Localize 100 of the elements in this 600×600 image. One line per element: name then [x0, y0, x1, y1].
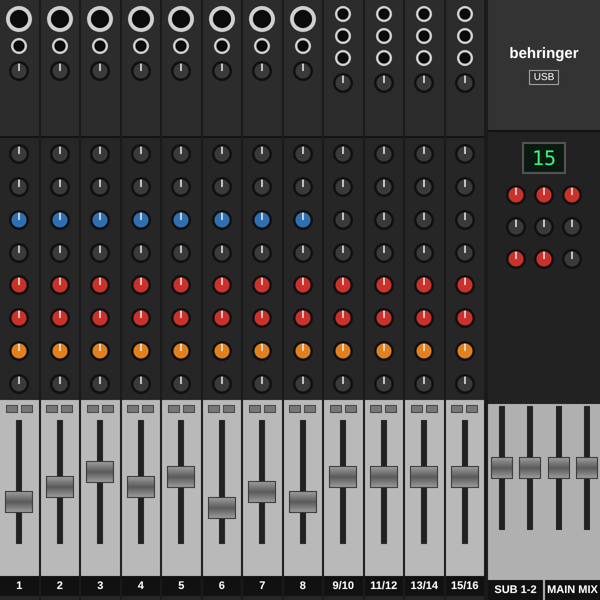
knob-icon[interactable] — [210, 60, 233, 82]
knob-icon[interactable] — [251, 208, 274, 231]
mute-button[interactable] — [330, 405, 342, 413]
fader-knob[interactable] — [86, 460, 114, 483]
knob-icon[interactable] — [292, 60, 314, 82]
knob-icon[interactable] — [89, 274, 112, 296]
fader-knob[interactable] — [410, 466, 438, 488]
mute-button[interactable] — [370, 405, 382, 413]
solo-button[interactable] — [344, 405, 357, 413]
knob-icon[interactable] — [292, 307, 314, 330]
knob-icon[interactable] — [292, 242, 314, 264]
solo-button[interactable] — [426, 405, 438, 413]
mute-button[interactable] — [127, 405, 140, 413]
knob-icon[interactable] — [170, 340, 192, 362]
knob-icon[interactable] — [89, 242, 112, 264]
fader-knob[interactable] — [576, 457, 598, 479]
knob-icon[interactable] — [48, 307, 71, 330]
fader-knob[interactable] — [548, 457, 570, 479]
knob-icon[interactable] — [210, 372, 233, 395]
mute-button[interactable] — [6, 405, 18, 413]
fader-knob[interactable] — [5, 491, 34, 514]
solo-button[interactable] — [304, 405, 316, 413]
knob-icon[interactable] — [8, 307, 30, 330]
knob-icon[interactable] — [372, 372, 395, 395]
knob-icon[interactable] — [454, 143, 476, 166]
mute-button[interactable] — [208, 405, 220, 413]
solo-button[interactable] — [264, 405, 276, 413]
knob-icon[interactable] — [372, 176, 395, 198]
knob-icon[interactable] — [292, 372, 314, 395]
solo-button[interactable] — [223, 405, 236, 413]
knob-icon[interactable] — [251, 307, 274, 330]
solo-button[interactable] — [102, 405, 114, 413]
fader-knob[interactable] — [490, 457, 512, 479]
knob-icon[interactable] — [251, 274, 274, 296]
mute-button[interactable] — [86, 405, 99, 413]
knob-icon[interactable] — [130, 307, 152, 330]
knob-icon[interactable] — [332, 72, 354, 94]
knob-icon[interactable] — [454, 274, 476, 296]
knob-icon[interactable] — [372, 143, 395, 166]
knob-icon[interactable] — [210, 340, 233, 362]
knob-icon[interactable] — [8, 208, 30, 231]
knob-icon[interactable] — [533, 216, 555, 238]
knob-icon[interactable] — [454, 307, 476, 330]
knob-icon[interactable] — [89, 307, 112, 330]
knob-icon[interactable] — [292, 208, 314, 231]
knob-icon[interactable] — [332, 176, 354, 198]
knob-icon[interactable] — [251, 176, 274, 198]
knob-icon[interactable] — [130, 176, 152, 198]
knob-icon[interactable] — [561, 216, 583, 238]
knob-icon[interactable] — [251, 242, 274, 264]
knob-icon[interactable] — [170, 143, 192, 166]
knob-icon[interactable] — [48, 372, 71, 395]
knob-icon[interactable] — [48, 60, 71, 82]
mute-button[interactable] — [451, 405, 464, 413]
knob-icon[interactable] — [372, 340, 395, 362]
knob-icon[interactable] — [48, 340, 71, 362]
knob-icon[interactable] — [454, 72, 476, 94]
knob-icon[interactable] — [372, 274, 395, 296]
knob-icon[interactable] — [454, 176, 476, 198]
knob-icon[interactable] — [533, 184, 555, 206]
knob-icon[interactable] — [48, 242, 71, 264]
knob-icon[interactable] — [251, 60, 274, 82]
knob-icon[interactable] — [130, 274, 152, 296]
knob-icon[interactable] — [332, 307, 354, 330]
knob-icon[interactable] — [170, 242, 192, 264]
knob-icon[interactable] — [413, 307, 436, 330]
knob-icon[interactable] — [292, 143, 314, 166]
mute-button[interactable] — [46, 405, 58, 413]
knob-icon[interactable] — [332, 274, 354, 296]
fader-knob[interactable] — [208, 496, 236, 518]
solo-button[interactable] — [61, 405, 74, 413]
knob-icon[interactable] — [8, 340, 30, 362]
knob-icon[interactable] — [170, 274, 192, 296]
fader-knob[interactable] — [167, 466, 196, 488]
knob-icon[interactable] — [210, 307, 233, 330]
knob-icon[interactable] — [89, 340, 112, 362]
fader-knob[interactable] — [370, 466, 398, 488]
knob-icon[interactable] — [8, 176, 30, 198]
knob-icon[interactable] — [413, 274, 436, 296]
knob-icon[interactable] — [454, 242, 476, 264]
knob-icon[interactable] — [130, 143, 152, 166]
knob-icon[interactable] — [48, 208, 71, 231]
knob-icon[interactable] — [48, 176, 71, 198]
knob-icon[interactable] — [8, 143, 30, 166]
knob-icon[interactable] — [8, 274, 30, 296]
knob-icon[interactable] — [210, 242, 233, 264]
knob-icon[interactable] — [505, 248, 527, 270]
knob-icon[interactable] — [372, 208, 395, 231]
knob-icon[interactable] — [130, 242, 152, 264]
knob-icon[interactable] — [130, 208, 152, 231]
knob-icon[interactable] — [89, 176, 112, 198]
knob-icon[interactable] — [130, 372, 152, 395]
mute-button[interactable] — [168, 405, 180, 413]
knob-icon[interactable] — [413, 340, 436, 362]
knob-icon[interactable] — [454, 208, 476, 231]
knob-icon[interactable] — [505, 216, 527, 238]
fader-knob[interactable] — [518, 457, 540, 479]
knob-icon[interactable] — [210, 274, 233, 296]
knob-icon[interactable] — [561, 184, 583, 206]
fader-knob[interactable] — [329, 466, 358, 488]
